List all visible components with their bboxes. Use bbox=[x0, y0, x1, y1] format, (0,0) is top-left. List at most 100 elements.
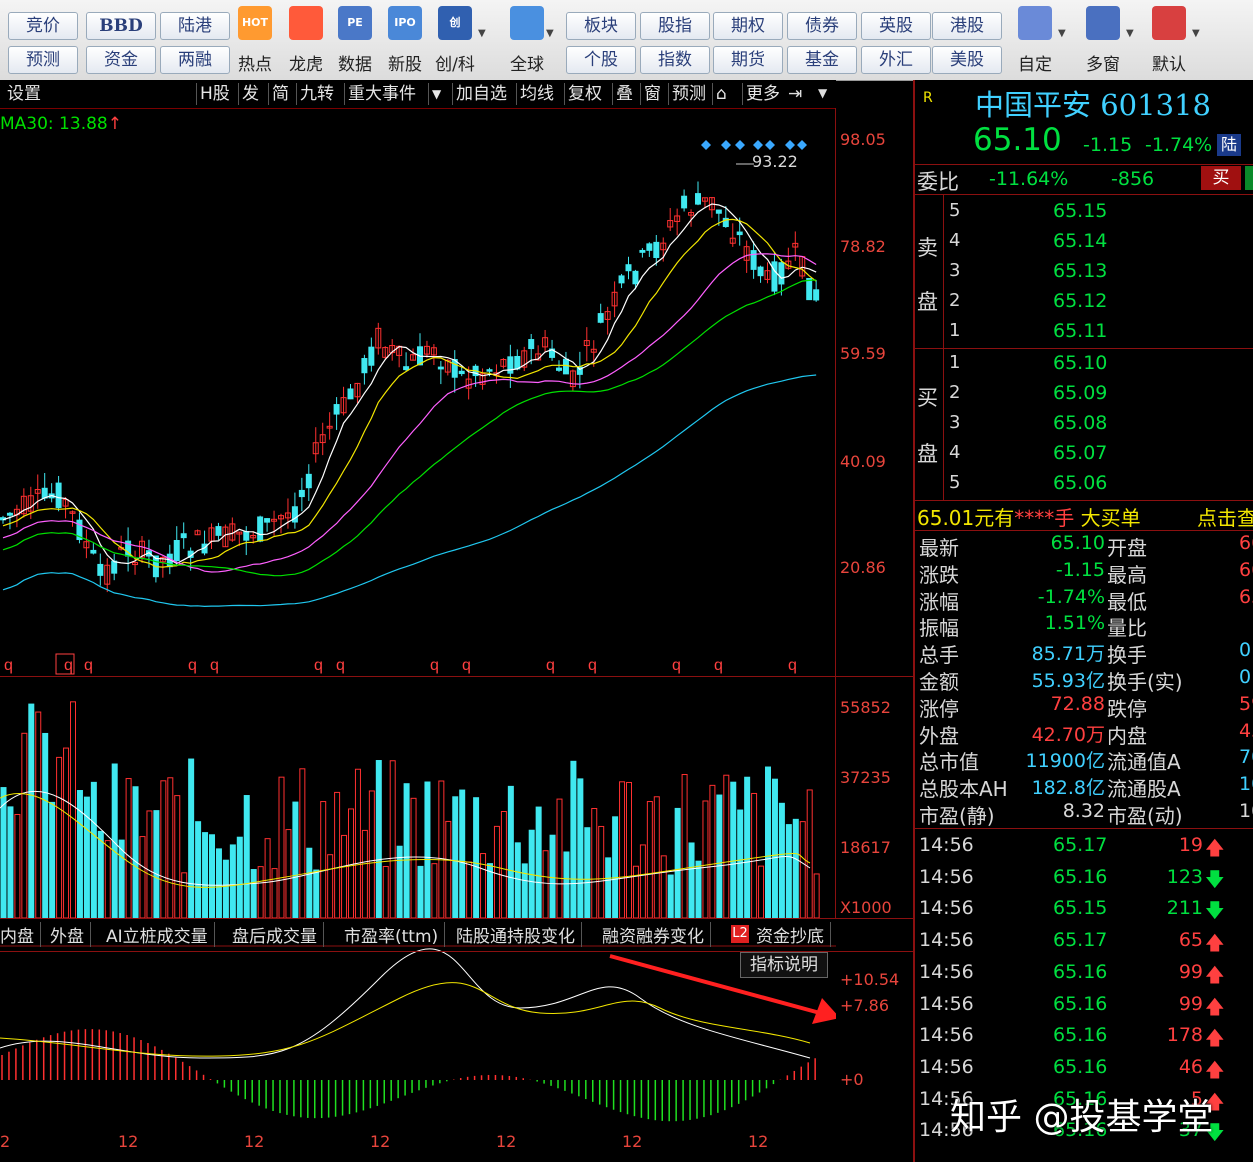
price-axis-label: 59.59 bbox=[840, 344, 886, 363]
sell-tag[interactable] bbox=[1245, 166, 1253, 190]
toolbar-button-bottom[interactable]: 两融 bbox=[160, 46, 230, 74]
indicator-tab[interactable]: 外盘 bbox=[50, 922, 91, 947]
bid-price[interactable]: 65.06 bbox=[1053, 472, 1107, 494]
ipo-button[interactable]: IPO 新股 bbox=[382, 0, 428, 76]
chevron-down-icon[interactable]: ▼ bbox=[546, 28, 554, 39]
pin-icon[interactable]: ⇥ bbox=[788, 84, 802, 104]
kline-chart[interactable]: q q q q q q q q q q q q qq bbox=[0, 108, 836, 1162]
volume-axis-label: 18617 bbox=[840, 838, 891, 857]
chart-tool-item[interactable]: H股 bbox=[196, 83, 230, 105]
toolbar-button-bottom[interactable]: 资金 bbox=[86, 46, 156, 74]
toolbar-button-top[interactable]: 港股 bbox=[932, 12, 1002, 40]
pe-data-button[interactable]: PE 数据 bbox=[332, 0, 378, 76]
volume-bar bbox=[341, 834, 348, 919]
volume-bar bbox=[97, 830, 104, 919]
date-axis-label: 12 bbox=[118, 1132, 139, 1151]
ask-price[interactable]: 65.13 bbox=[1053, 260, 1107, 282]
chuang-button[interactable]: 创创/科 bbox=[432, 0, 478, 76]
bid-level: 1 bbox=[949, 352, 961, 373]
chart-tool-item[interactable]: 预测 bbox=[668, 83, 706, 105]
ask-price[interactable]: 65.12 bbox=[1053, 290, 1107, 312]
indicator-tab[interactable]: 陆股通持股变化 bbox=[456, 922, 582, 947]
candle-body bbox=[639, 249, 646, 253]
toolbar-button-top[interactable]: BBD bbox=[86, 12, 156, 40]
candle-body bbox=[298, 489, 305, 498]
toolbar-button-bottom[interactable]: 个股 bbox=[566, 46, 636, 74]
indicator-help-button[interactable]: 指标说明 bbox=[740, 952, 828, 978]
globe-button[interactable]: 全球 bbox=[504, 0, 550, 76]
toolbar-button-bottom[interactable]: 外汇 bbox=[861, 46, 931, 74]
toolbar-button-top[interactable]: 竞价 bbox=[8, 12, 78, 40]
dragon-button[interactable]: 龙虎 bbox=[283, 0, 329, 76]
bid-price[interactable]: 65.09 bbox=[1053, 382, 1107, 404]
stat-label-2: 换手(实) bbox=[1107, 670, 1183, 694]
volume-bar bbox=[222, 859, 229, 919]
big-order-line[interactable]: 65.01元有****手 大买单 点击查 bbox=[917, 502, 1253, 531]
toolbar-button-bottom[interactable]: 指数 bbox=[640, 46, 710, 74]
toolbar-button-top[interactable]: 英股 bbox=[861, 12, 931, 40]
volume-bar bbox=[264, 838, 271, 919]
chevron-down-icon[interactable]: ▼ bbox=[818, 86, 827, 100]
candle-body bbox=[715, 209, 722, 214]
chart-tool-item[interactable]: 九转 bbox=[296, 83, 334, 105]
bid-price[interactable]: 65.10 bbox=[1053, 352, 1107, 374]
toolbar-button-bottom[interactable]: 美股 bbox=[932, 46, 1002, 74]
toolbar-button-bottom[interactable]: 预测 bbox=[8, 46, 78, 74]
indicator-tab[interactable]: 盘后成交量 bbox=[232, 922, 324, 947]
indicator-tab[interactable]: 市盈率(ttm) bbox=[344, 922, 446, 947]
fire-button[interactable]: HOT 热点 bbox=[232, 0, 278, 76]
toolbar-button-top[interactable]: 陆港 bbox=[160, 12, 230, 40]
toolbar-button-top[interactable]: 债券 bbox=[787, 12, 857, 40]
custom-button[interactable]: 自定 bbox=[1012, 0, 1058, 76]
chart-tool-item[interactable]: 重大事件 bbox=[344, 83, 416, 105]
chart-tool-item[interactable]: 复权 bbox=[564, 83, 602, 105]
stat-label-2: 最高 bbox=[1107, 562, 1147, 587]
stat-value-2: 0. bbox=[1239, 666, 1253, 688]
lock-icon[interactable]: ⌂ bbox=[712, 83, 727, 105]
volume-bar bbox=[229, 844, 236, 919]
chart-tool-item[interactable]: 窗 bbox=[640, 83, 661, 105]
stock-change: -1.15 bbox=[1083, 134, 1133, 156]
home-button[interactable]: 默认 bbox=[1146, 0, 1192, 76]
buy-tag[interactable]: 买 bbox=[1201, 166, 1241, 190]
indicator-tab[interactable]: AI立桩成交量 bbox=[106, 922, 215, 947]
chart-tool-item[interactable]: 更多 bbox=[742, 83, 780, 105]
candle-body bbox=[361, 358, 368, 374]
volume-bar bbox=[493, 825, 500, 919]
toolbar-button-top[interactable]: 板块 bbox=[566, 12, 636, 40]
multi-window-button[interactable]: 多窗 bbox=[1080, 0, 1126, 76]
price-axis-label: 20.86 bbox=[840, 558, 886, 577]
tick-volume: 46 bbox=[1178, 1055, 1203, 1078]
q-marker: q bbox=[714, 657, 723, 674]
chart-tool-item[interactable]: 发 bbox=[238, 83, 259, 105]
chevron-down-icon[interactable]: ▼ bbox=[1126, 28, 1134, 39]
chart-tool-item[interactable]: 均线 bbox=[516, 83, 554, 105]
bid-price[interactable]: 65.07 bbox=[1053, 442, 1107, 464]
chevron-down-icon[interactable]: ▼ bbox=[1192, 28, 1200, 39]
indicator-tab[interactable]: 资金抄底 bbox=[756, 922, 831, 947]
stat-value-2: 43.0 bbox=[1239, 719, 1253, 742]
ask-price[interactable]: 65.11 bbox=[1053, 320, 1107, 342]
chevron-down-icon[interactable]: ▼ bbox=[428, 83, 441, 105]
stat-value: 11900亿 bbox=[1025, 750, 1105, 773]
chart-tool-item[interactable]: 叠 bbox=[612, 83, 633, 105]
indicator-tab[interactable]: 融资融券变化 bbox=[602, 922, 711, 947]
bid-price[interactable]: 65.08 bbox=[1053, 412, 1107, 434]
toolbar-button-top[interactable]: 股指 bbox=[640, 12, 710, 40]
indicator-tab[interactable]: 内盘 bbox=[0, 922, 41, 947]
toolbar-button-bottom[interactable]: 基金 bbox=[787, 46, 857, 74]
chart-tool-item[interactable]: 加自选 bbox=[452, 83, 507, 105]
settings-button[interactable]: 设置 bbox=[4, 83, 41, 105]
volume-bar bbox=[646, 801, 653, 919]
chevron-down-icon[interactable]: ▼ bbox=[478, 28, 486, 39]
toolbar-button-top[interactable]: 期权 bbox=[713, 12, 783, 40]
chevron-down-icon[interactable]: ▼ bbox=[1058, 28, 1066, 39]
chart-tool-item[interactable]: 简 bbox=[268, 83, 289, 105]
volume-bar bbox=[389, 760, 396, 919]
arrow-up-icon: 🡅 bbox=[1205, 963, 1225, 986]
candle-body bbox=[215, 526, 222, 536]
ask-price[interactable]: 65.15 bbox=[1053, 200, 1107, 222]
toolbar-button-bottom[interactable]: 期货 bbox=[713, 46, 783, 74]
ask-price[interactable]: 65.14 bbox=[1053, 230, 1107, 252]
candle-body bbox=[597, 313, 604, 323]
